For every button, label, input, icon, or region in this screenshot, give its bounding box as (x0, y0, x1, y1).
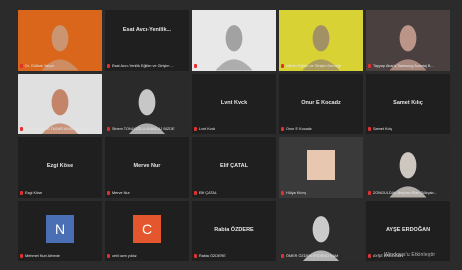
participant-name: Ezgi Köse (25, 190, 43, 195)
participant-tile[interactable]: Hülya Kılınç (279, 137, 363, 198)
participant-tile[interactable]: Rabia ÖZDERE Rabia ÖZDERE (192, 200, 276, 261)
participant-tile[interactable]: Sinem TONUOĞLU AVANTAJ BİZDE (105, 73, 189, 134)
participant-display-name: Esat Avcı-Yenilik... (122, 27, 172, 33)
mic-muted-icon (20, 127, 23, 131)
participant-name-label: Ezgi Köse (20, 190, 42, 196)
avatar: C (133, 214, 161, 243)
mic-muted-icon (281, 254, 284, 258)
mic-muted-icon (194, 127, 197, 131)
participant-name-label: Nilüfer Eğitim ve Girişim Derneği (281, 63, 341, 69)
mic-muted-icon (194, 63, 197, 68)
mic-muted-icon (368, 127, 371, 131)
mic-muted-icon (20, 254, 23, 258)
mic-muted-icon (107, 190, 110, 195)
participant-name: Sinem TONUOĞLU AVANTAJ BİZDE (112, 127, 175, 131)
participant-name-label: Lvnt Kvck (194, 126, 215, 132)
camera-feed (192, 10, 276, 71)
camera-feed (105, 73, 189, 134)
participant-tile[interactable]: Samet Kılıç Samet Kılıç (366, 73, 450, 134)
participant-display-name: Lvnt Kvck (220, 99, 248, 106)
mic-muted-icon (281, 63, 284, 68)
participant-name: Elif ÇATAL (199, 190, 218, 195)
camera-feed (366, 10, 450, 71)
mic-muted-icon (20, 63, 23, 68)
participant-name: Mehmet Nuri Arbede (25, 254, 60, 258)
camera-feed (366, 137, 450, 198)
mic-muted-icon (194, 254, 197, 258)
participant-name-label: Rabia ÖZDERE (194, 253, 226, 259)
participant-name: Dr. Gülizar Yalçın (25, 63, 55, 68)
camera-feed (18, 73, 102, 134)
mic-muted-icon (107, 254, 110, 258)
participant-tile[interactable]: Semih AZSE (192, 10, 276, 71)
participant-name: Hülya Kılınç (286, 190, 307, 195)
participant-name: celil ozm yıldız (112, 254, 137, 258)
participant-tile[interactable]: ZONGULDAK Beyhan Rian Gökçab... (366, 137, 450, 198)
participant-display-name: AYŞE ERDOĞAN (385, 226, 431, 233)
mic-muted-icon (368, 63, 371, 68)
mic-muted-icon (368, 190, 371, 195)
participant-name: Semih AZSE (199, 63, 221, 68)
participant-tile[interactable]: Tayyap Akar's Samsung Avantaj B... (366, 10, 450, 71)
participant-name: Nilüfer Eğitim ve Girişim Derneği (286, 63, 341, 68)
avatar: N (46, 214, 74, 243)
participant-name-label: Dr. Gülizar Yalçın (20, 63, 54, 69)
participant-name-label: ÖMER ÖZDEN ERDENÜ RAM (281, 253, 338, 259)
participant-name: ÖMER ÖZDEN ERDENÜ RAM (286, 254, 339, 258)
participant-tile[interactable]: Lvnt Kvck Lvnt Kvck (192, 73, 276, 134)
mic-muted-icon (281, 190, 284, 195)
mic-muted-icon (368, 254, 371, 258)
activate-windows-watermark: Windows'u Etkinleştir (384, 252, 436, 258)
participant-name: Onur E Kocadz (286, 127, 312, 131)
participant-display-name: Merve Nur (133, 163, 161, 169)
participant-name-label: Merve Nur (107, 190, 130, 196)
participant-tile[interactable]: Onur E Kocadz Onur E Kocadz (279, 73, 363, 134)
participant-name: Merve Nur (112, 190, 130, 195)
participant-display-name: Rabia ÖZDERE (214, 226, 254, 233)
participant-tile[interactable]: Esat Avcı-Yenilik... Esat Avcı-Yenilik Eğ… (105, 10, 189, 71)
participant-name-label: celil ozm yıldız (107, 253, 137, 259)
participant-display-name: Ezgi Köse (46, 163, 74, 169)
participant-tile[interactable]: N Mehmet Nuri Arbede (18, 200, 102, 261)
mic-muted-icon (194, 190, 197, 195)
mic-muted-icon (20, 190, 23, 195)
participant-name: Gülhan SAPIR TASAR AVANTAJ BİZDE (25, 127, 93, 131)
camera-feed (18, 10, 102, 71)
mic-muted-icon (281, 127, 284, 131)
participant-tile[interactable]: Elif ÇATAL Elif ÇATAL (192, 137, 276, 198)
participant-display-name: Samet Kılıç (393, 99, 423, 106)
participant-name-label: Samet Kılıç (368, 126, 392, 132)
camera-feed (279, 200, 363, 261)
participant-tile[interactable]: Merve Nur Merve Nur (105, 137, 189, 198)
participant-name-label: Semih AZSE (194, 63, 221, 69)
participant-name-label: Hülya Kılınç (281, 190, 306, 196)
participant-name: Esat Avcı-Yenilik Eğitim ve Girişim ... (112, 63, 174, 68)
participant-tile[interactable]: Dr. Gülizar Yalçın (18, 10, 102, 71)
participant-name: Lvnt Kvck (199, 127, 216, 131)
mic-muted-icon (107, 63, 110, 68)
participant-tile[interactable]: Nilüfer Eğitim ve Girişim Derneği (279, 10, 363, 71)
participant-name-label: Mehmet Nuri Arbede (20, 253, 60, 259)
participant-name: Tayyap Akar's Samsung Avantaj B... (373, 63, 434, 68)
participant-tile[interactable]: ÖMER ÖZDEN ERDENÜ RAM (279, 200, 363, 261)
participant-name-label: Onur E Kocadz (281, 126, 312, 132)
participant-name-label: Tayyap Akar's Samsung Avantaj B... (368, 63, 434, 69)
participant-name: Samet Kılıç (373, 127, 393, 131)
participant-name: Rabia ÖZDERE (199, 254, 226, 258)
participant-tile[interactable]: Ccelil ozm yıldız (105, 200, 189, 261)
participant-display-name: Onur E Kocadz (301, 99, 341, 106)
participant-name-label: Elif ÇATAL (194, 190, 217, 196)
participant-tile[interactable]: Gülhan SAPIR TASAR AVANTAJ BİZDE (18, 73, 102, 134)
participant-name-label: Sinem TONUOĞLU AVANTAJ BİZDE (107, 126, 175, 132)
participant-name: ZONGULDAK Beyhan Rian Gökçab... (373, 190, 437, 195)
profile-photo (307, 150, 335, 181)
camera-feed (279, 10, 363, 71)
participant-tile[interactable]: Ezgi Köse Ezgi Köse (18, 137, 102, 198)
participant-name-label: Esat Avcı-Yenilik Eğitim ve Girişim ... (107, 63, 174, 69)
mic-muted-icon (107, 127, 110, 131)
participant-name-label: Gülhan SAPIR TASAR AVANTAJ BİZDE (20, 126, 92, 132)
participant-display-name: Elif ÇATAL (220, 163, 248, 169)
participant-grid: Dr. Gülizar Yalçın Esat Avcı-Yenilik... Es… (18, 10, 450, 261)
participant-name-label: ZONGULDAK Beyhan Rian Gökçab... (368, 190, 437, 196)
